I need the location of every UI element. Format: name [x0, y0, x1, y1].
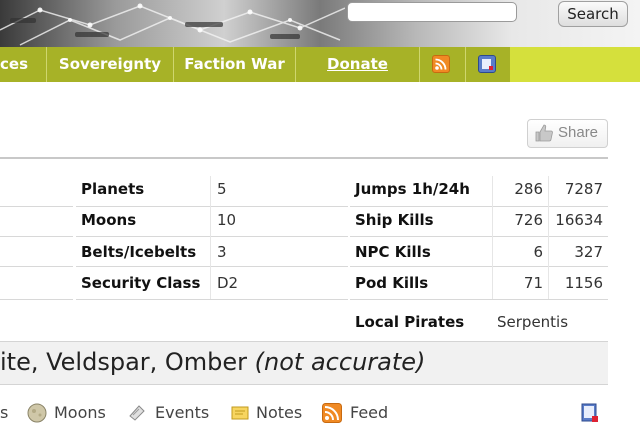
- row-divider: [0, 236, 73, 237]
- row-divider: [0, 299, 73, 300]
- row-divider: [350, 236, 608, 237]
- jumps-label: Jumps 1h/24h: [355, 180, 470, 198]
- planets-label: Planets: [81, 180, 145, 198]
- pod-kills-1h-value: 71: [523, 274, 543, 292]
- row-divider: [0, 206, 73, 207]
- share-label: Share: [558, 124, 599, 141]
- share-button[interactable]: Share: [527, 119, 608, 148]
- col-divider: [210, 176, 211, 299]
- npc-kills-24h-value: 327: [574, 243, 603, 261]
- npc-kills-label: NPC Kills: [355, 243, 431, 261]
- local-pirates-label: Local Pirates: [355, 313, 465, 331]
- divider: [0, 157, 608, 159]
- feed-link[interactable]: Feed: [350, 403, 388, 422]
- search-button[interactable]: Search: [558, 1, 628, 27]
- local-pirates-value: Serpentis: [497, 313, 569, 331]
- row-divider: [350, 266, 608, 267]
- events-link[interactable]: Events: [155, 403, 209, 422]
- ship-kills-24h-value: 16634: [555, 211, 603, 229]
- rss-icon[interactable]: [432, 55, 450, 73]
- jumps-24h-value: 7287: [564, 180, 603, 198]
- nav-item-faction-war[interactable]: Faction War: [174, 47, 295, 82]
- planets-value: 5: [217, 180, 227, 198]
- row-divider: [76, 266, 348, 267]
- ore-list-bar: ite, Veldspar, Omber (not accurate): [0, 341, 608, 385]
- col-divider: [492, 176, 493, 299]
- nav-divider: [419, 47, 420, 82]
- belts-value: 3: [217, 243, 227, 261]
- row-divider: [76, 299, 348, 300]
- row-divider: [350, 206, 608, 207]
- ship-kills-1h-value: 726: [514, 211, 543, 229]
- jumps-1h-value: 286: [514, 180, 543, 198]
- moon-icon: [27, 403, 47, 423]
- security-class-label: Security Class: [81, 274, 201, 292]
- nav-item-resources[interactable]: ces: [0, 47, 45, 82]
- ship-kills-label: Ship Kills: [355, 211, 434, 229]
- row-divider: [76, 206, 348, 207]
- book-icon[interactable]: [580, 403, 600, 423]
- security-class-value: D2: [217, 274, 239, 292]
- moons-link[interactable]: Moons: [54, 403, 106, 422]
- nav-divider: [465, 47, 466, 82]
- npc-kills-1h-value: 6: [533, 243, 543, 261]
- ore-list-text: ite, Veldspar, Omber: [0, 348, 248, 376]
- notes-link[interactable]: Notes: [256, 403, 302, 422]
- nav-item-sovereignty[interactable]: Sovereignty: [47, 47, 173, 82]
- pod-kills-label: Pod Kills: [355, 274, 429, 292]
- feed-icon: [322, 403, 342, 423]
- header-banner: Search: [0, 0, 640, 47]
- book-icon[interactable]: [478, 55, 496, 73]
- pod-kills-24h-value: 1156: [564, 274, 603, 292]
- moons-value: 10: [217, 211, 237, 229]
- thumbs-up-icon: [534, 124, 554, 146]
- row-divider: [350, 299, 608, 300]
- nav-tail: [510, 47, 640, 82]
- notes-icon: [230, 403, 250, 423]
- col-divider: [548, 176, 549, 299]
- moons-label: Moons: [81, 211, 137, 229]
- ore-accuracy-note: (not accurate): [254, 348, 426, 376]
- row-divider: [76, 236, 348, 237]
- bottom-link-partial[interactable]: s: [0, 403, 8, 422]
- main-nav: ces Sovereignty Faction War Donate: [0, 47, 640, 82]
- banner-map-artwork: [0, 3, 345, 46]
- search-input[interactable]: [347, 2, 517, 22]
- nav-item-donate[interactable]: Donate: [296, 47, 419, 82]
- ore-list: ite, Veldspar, Omber (not accurate): [0, 348, 425, 376]
- row-divider: [0, 266, 73, 267]
- belts-label: Belts/Icebelts: [81, 243, 197, 261]
- events-icon: [127, 403, 147, 423]
